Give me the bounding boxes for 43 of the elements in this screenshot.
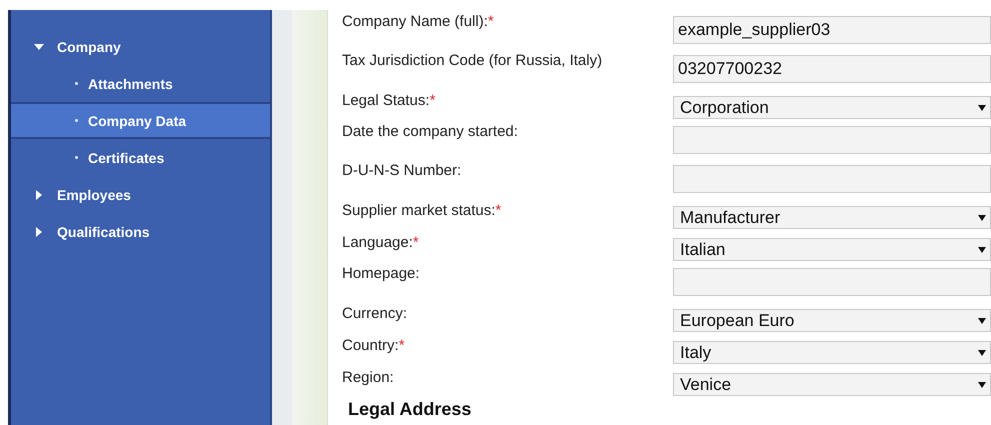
bullet-icon [75,119,78,122]
required-mark: * [412,234,419,251]
field-label: Country:* [342,336,406,354]
dropdown[interactable]: Corporation [673,96,991,119]
required-mark: * [488,13,494,30]
dropdown-arrow-icon [978,214,986,220]
dropdown-arrow-icon [978,318,986,324]
input-field[interactable] [673,268,991,296]
field-label: Supplier market status:* [342,201,502,219]
dropdown-arrow-icon [978,350,986,356]
bullet-icon [75,82,78,85]
dropdown[interactable]: Venice [673,373,991,396]
field-label: Legal Status:* [342,91,436,109]
required-mark: * [495,202,502,219]
dropdown-arrow-icon [978,246,986,252]
dropdown[interactable]: Italy [673,341,991,364]
dropdown-arrow-icon [978,382,986,388]
field-label: Homepage: [342,264,421,282]
sidebar-item[interactable]: Qualifications [11,213,270,250]
dropdown[interactable]: Manufacturer [673,206,991,229]
input-field[interactable]: 03207700232 [673,55,991,83]
input-field[interactable] [673,126,991,154]
field-label: Region: [342,368,395,386]
sidebar-item[interactable]: Company Data [11,102,270,139]
dropdown[interactable]: Italian [673,238,991,261]
required-mark: * [430,92,436,109]
input-field[interactable]: example_supplier03 [673,16,991,44]
dropdown[interactable]: European Euro [673,309,991,332]
field-label: Company Name (full):* [342,12,495,30]
required-mark: * [398,337,405,354]
sidebar-item[interactable]: Certificates [11,139,270,176]
field-label: Tax Jurisdiction Code (for Russia, Italy) [342,51,604,69]
input-field[interactable] [673,165,991,193]
sidebar-item[interactable]: Attachments [11,65,270,102]
bullet-icon [75,156,78,159]
sidebar-item[interactable]: Employees [11,176,270,213]
section-title: Legal Address [347,399,472,420]
dropdown-arrow-icon [978,104,986,110]
field-label: Date the company started: [342,122,519,140]
sidebar-item[interactable]: Company [11,28,270,65]
field-label: Currency: [342,304,408,322]
field-label: D-U-N-S Number: [342,161,462,179]
field-label: Language:* [342,233,420,251]
